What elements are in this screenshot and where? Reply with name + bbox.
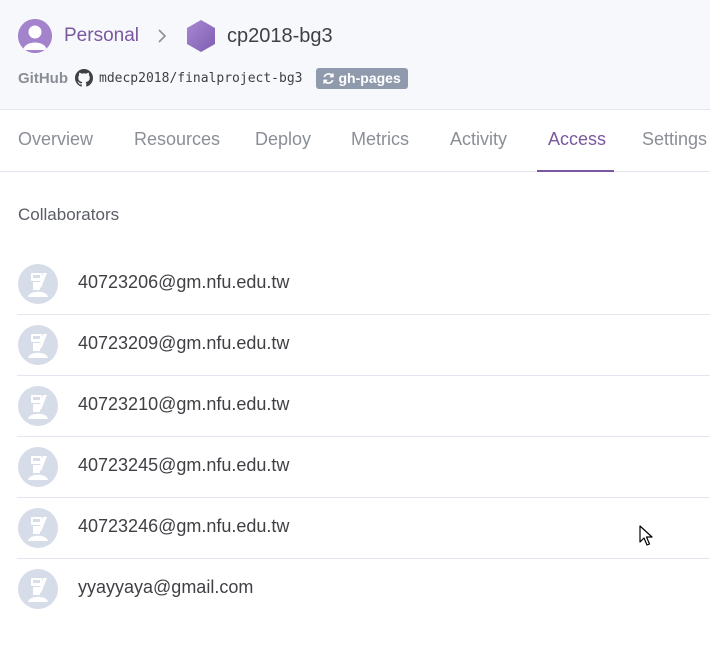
tab-activity[interactable]: Activity (450, 110, 507, 171)
breadcrumb-personal-link[interactable]: Personal (64, 25, 139, 47)
collaborator-email: 40723209@gm.nfu.edu.tw (78, 333, 290, 353)
collaborator-email: 40723206@gm.nfu.edu.tw (78, 272, 290, 292)
tab-overview[interactable]: Overview (18, 110, 93, 171)
default-avatar-icon (18, 569, 58, 609)
active-tab-indicator (537, 170, 614, 172)
tab-metrics[interactable]: Metrics (351, 110, 409, 171)
github-icon (75, 69, 93, 87)
default-avatar-icon (18, 386, 58, 426)
default-avatar-icon (18, 264, 58, 304)
github-repo-link[interactable]: mdecp2018/finalproject-bg3 (99, 71, 303, 86)
collaborator-row: 40723246@gm.nfu.edu.tw (17, 498, 710, 559)
mouse-pointer-icon (639, 525, 653, 546)
default-avatar-icon (18, 447, 58, 487)
collaborator-email: 40723246@gm.nfu.edu.tw (78, 516, 290, 536)
collaborator-row: yyayyaya@gmail.com (17, 559, 710, 619)
default-avatar-icon (18, 325, 58, 365)
collaborator-email: 40723245@gm.nfu.edu.tw (78, 455, 290, 475)
collaborator-row: 40723210@gm.nfu.edu.tw (17, 376, 710, 437)
breadcrumb: Personal cp2018-bg3 (18, 18, 333, 54)
tab-deploy[interactable]: Deploy (255, 110, 311, 171)
collaborators-heading: Collaborators (18, 205, 120, 224)
user-avatar-icon[interactable] (18, 19, 52, 53)
tab-settings[interactable]: Settings (642, 110, 707, 171)
chevron-right-icon (158, 29, 167, 43)
tab-resources[interactable]: Resources (134, 110, 220, 171)
github-label: GitHub (18, 69, 68, 87)
github-connection: GitHub mdecp2018/finalproject-bg3 gh-pag… (18, 66, 408, 90)
collaborator-email: yyayyaya@gmail.com (78, 577, 254, 597)
collaborators-list: 40723206@gm.nfu.edu.tw 40723209@gm.nfu.e… (17, 254, 710, 619)
hexagon-app-icon (187, 20, 215, 52)
app-header: Personal cp2018-bg3 GitHub mdecp2018/fin… (0, 0, 710, 110)
sync-icon (322, 72, 334, 84)
branch-badge[interactable]: gh-pages (315, 67, 408, 89)
collaborator-row: 40723209@gm.nfu.edu.tw (17, 315, 710, 376)
collaborator-row: 40723245@gm.nfu.edu.tw (17, 437, 710, 498)
tab-access[interactable]: Access (548, 110, 606, 171)
collaborator-email: 40723210@gm.nfu.edu.tw (78, 394, 290, 414)
default-avatar-icon (18, 508, 58, 548)
app-name-title[interactable]: cp2018-bg3 (227, 25, 333, 48)
branch-name: gh-pages (338, 70, 401, 86)
app-nav-tabs: Overview Resources Deploy Metrics Activi… (0, 110, 710, 172)
collaborator-row: 40723206@gm.nfu.edu.tw (17, 254, 710, 315)
